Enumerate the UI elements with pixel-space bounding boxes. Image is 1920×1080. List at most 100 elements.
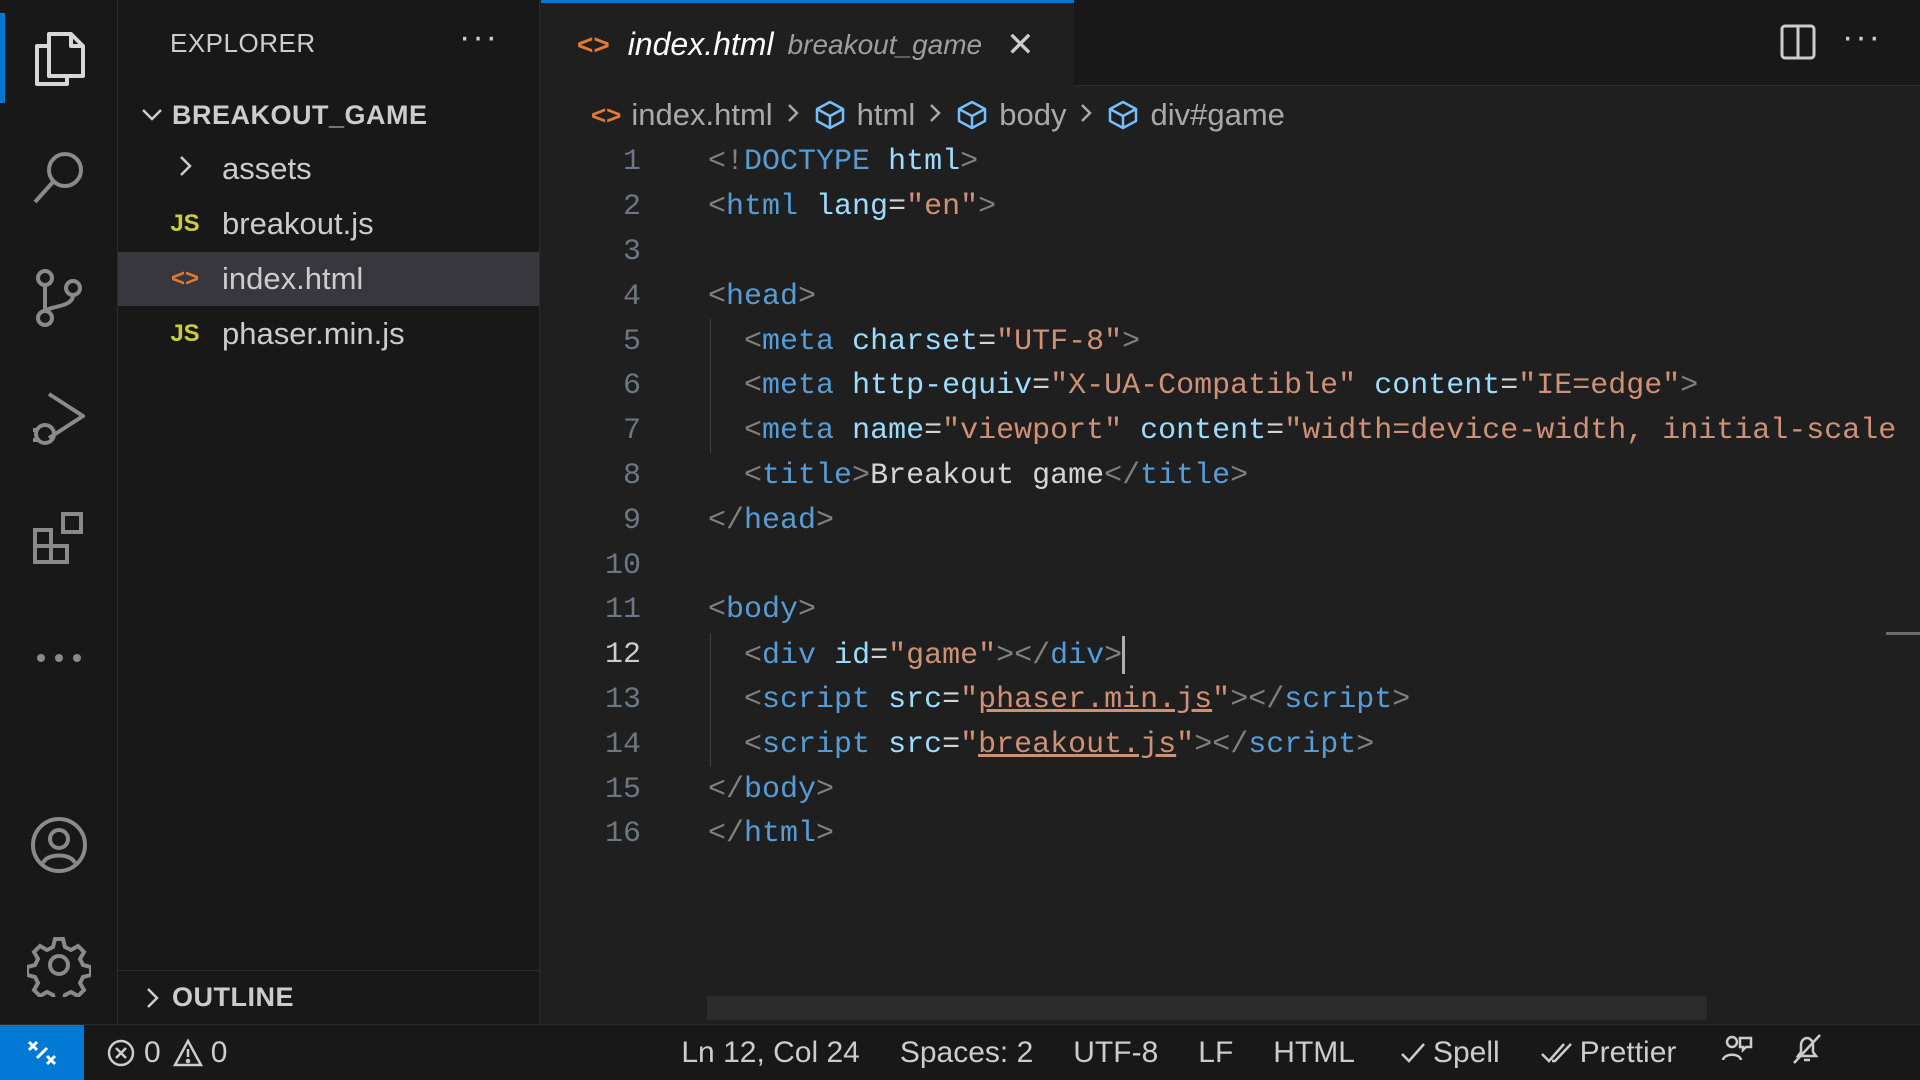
code-line: 4 <head> [541, 274, 1920, 319]
line-number: 8 [622, 458, 641, 493]
prettier-status[interactable]: Prettier [1540, 1035, 1677, 1070]
breadcrumb-label: index.html [631, 97, 773, 132]
tab-bar: <> index.html breakout_game ✕ ··· [541, 0, 1920, 86]
chevron-down-icon [132, 102, 172, 128]
tab-label: index.html [627, 26, 774, 62]
overview-ruler-cursor [1886, 632, 1920, 635]
close-icon[interactable]: ✕ [1006, 25, 1035, 65]
manage-gear-icon[interactable] [0, 910, 118, 1020]
breadcrumb-label: html [856, 97, 916, 132]
cursor-position[interactable]: Ln 12, Col 24 [681, 1036, 859, 1070]
tree-item-label: breakout.js [222, 206, 374, 241]
indentation[interactable]: Spaces: 2 [900, 1036, 1033, 1070]
code-line: 13 <script src="phaser.min.js"></script> [541, 678, 1920, 723]
line-number: 9 [622, 503, 641, 538]
tree-item-phaser-min-js[interactable]: JS phaser.min.js [118, 307, 539, 361]
sidebar-more-button[interactable]: ··· [459, 18, 499, 57]
notifications-muted-icon[interactable] [1790, 1032, 1824, 1074]
line-number: 16 [604, 817, 641, 852]
error-icon [107, 1039, 135, 1066]
chevron-right-icon [783, 99, 803, 131]
breadcrumb-html[interactable]: html [813, 97, 916, 133]
remote-indicator[interactable] [0, 1024, 84, 1080]
line-number: 5 [622, 324, 641, 359]
line-number: 1 [622, 145, 641, 180]
html-file-icon: <> [591, 99, 622, 130]
end-of-line[interactable]: LF [1198, 1036, 1233, 1070]
line-number: 15 [604, 772, 641, 807]
tree-item-index-html[interactable]: <> index.html [118, 252, 539, 306]
line-number: 4 [622, 279, 641, 314]
link-breakout-js[interactable]: breakout.js [978, 728, 1176, 762]
link-phaser-min-js[interactable]: phaser.min.js [978, 683, 1212, 717]
split-editor-icon[interactable] [1778, 22, 1818, 62]
explorer-icon[interactable] [0, 3, 118, 113]
line-number: 13 [604, 682, 641, 717]
activity-bar [0, 0, 118, 1024]
breadcrumb-file[interactable]: <> index.html [591, 97, 773, 133]
code-line-current: 12 <div id="game"></div> [541, 633, 1920, 678]
line-number: 2 [622, 190, 641, 225]
breadcrumb-label: body [999, 97, 1067, 132]
warning-count: 0 [210, 1035, 228, 1069]
javascript-file-icon: JS [170, 210, 200, 237]
code-editor[interactable]: 1 <!DOCTYPE html> 2 <html lang="en"> 3 4… [541, 140, 1920, 857]
more-icon[interactable] [0, 603, 118, 713]
search-icon[interactable] [0, 123, 118, 233]
line-number: 6 [622, 369, 641, 404]
tab-index-html[interactable]: <> index.html breakout_game ✕ [541, 0, 1074, 86]
outline-title: OUTLINE [172, 982, 294, 1012]
line-number: 7 [622, 414, 641, 449]
folder-breakout-game[interactable]: BREAKOUT_GAME [118, 92, 539, 138]
breadcrumb-div-game[interactable]: div#game [1106, 97, 1285, 133]
status-bar: 0 0 Ln 12, Col 24 Spaces: 2 UTF-8 LF HTM… [0, 1024, 1920, 1080]
code-line: 11 <body> [541, 588, 1920, 633]
warning-icon [172, 1037, 203, 1066]
spell-label: Spell [1432, 1035, 1500, 1069]
line-number: 12 [604, 638, 641, 673]
code-line: 10 [541, 543, 1920, 588]
html-file-icon: <> [170, 265, 200, 292]
text-cursor [1122, 636, 1126, 675]
breadcrumb-body[interactable]: body [955, 97, 1066, 133]
accounts-icon[interactable] [0, 790, 118, 900]
tree-item-label: index.html [222, 261, 364, 296]
code-line: 2 <html lang="en"> [541, 185, 1920, 230]
tree-item-label: assets [222, 151, 312, 186]
run-debug-icon[interactable] [0, 363, 118, 473]
javascript-file-icon: JS [170, 320, 200, 347]
prettier-label: Prettier [1579, 1035, 1677, 1069]
line-number: 11 [604, 593, 641, 628]
symbol-element-icon [813, 98, 847, 132]
tree-item-label: phaser.min.js [222, 316, 405, 351]
error-count: 0 [144, 1035, 161, 1069]
tab-description: breakout_game [787, 28, 983, 60]
extensions-icon[interactable] [0, 483, 118, 593]
outline-section[interactable]: OUTLINE [118, 970, 539, 1024]
source-control-icon[interactable] [0, 243, 118, 353]
chevron-right-icon [160, 154, 210, 185]
chevron-right-icon [1076, 99, 1096, 131]
code-line: 15 </body> [541, 767, 1920, 812]
encoding[interactable]: UTF-8 [1073, 1036, 1158, 1070]
code-line: 14 <script src="breakout.js"></script> [541, 722, 1920, 767]
tree-item-assets[interactable]: assets [118, 142, 539, 196]
double-check-icon [1540, 1042, 1572, 1063]
tree-item-breakout-js[interactable]: JS breakout.js [118, 197, 539, 251]
code-line: 5 <meta charset="UTF-8"> [541, 319, 1920, 364]
problems-indicator[interactable]: 0 0 [106, 1036, 227, 1070]
code-line: 16 </html> [541, 812, 1920, 857]
code-line: 9 </head> [541, 498, 1920, 543]
chevron-right-icon [925, 99, 945, 131]
horizontal-scrollbar[interactable] [707, 996, 1707, 1020]
sidebar-title: EXPLORER [170, 28, 316, 58]
feedback-icon[interactable] [1720, 1032, 1754, 1074]
line-number: 3 [622, 234, 641, 269]
code-line: 1 <!DOCTYPE html> [541, 140, 1920, 185]
editor-more-button[interactable]: ··· [1842, 18, 1882, 57]
folder-name: BREAKOUT_GAME [172, 99, 428, 130]
breadcrumb: <> index.html html body div#game [541, 90, 1920, 140]
code-line: 3 [541, 230, 1920, 275]
spell-check[interactable]: Spell [1399, 1036, 1500, 1070]
language-mode[interactable]: HTML [1273, 1036, 1355, 1070]
